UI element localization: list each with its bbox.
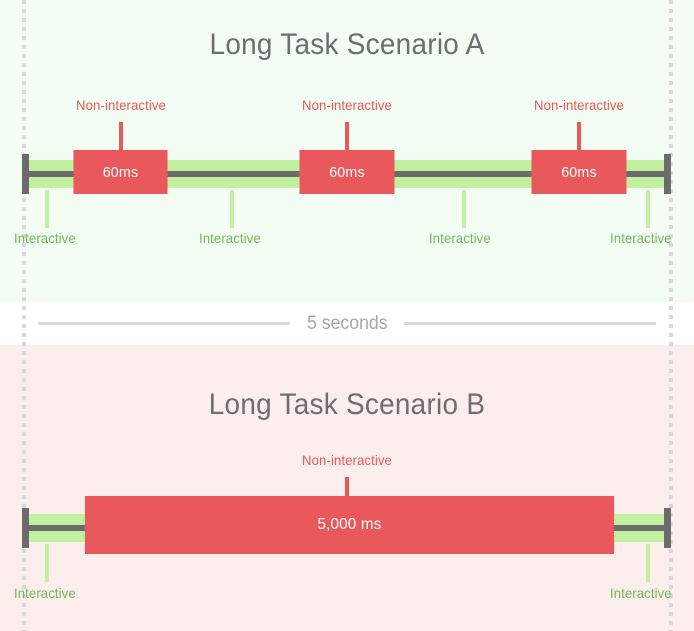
scenario-b-timeline: 5,000 ms xyxy=(0,496,694,554)
task-block: 60ms xyxy=(73,150,168,194)
interactive-stem xyxy=(462,190,466,228)
task-block-label: 60ms xyxy=(561,163,597,181)
timeline-endcap-left xyxy=(22,508,29,548)
interactive-label: Interactive xyxy=(610,585,672,601)
interactive-stem xyxy=(230,190,234,228)
non-interactive-label: Non-interactive xyxy=(534,97,624,113)
interactive-stem xyxy=(45,544,49,582)
scenario-a-title: Long Task Scenario A xyxy=(209,28,485,61)
timeline-endcap-right xyxy=(664,154,671,194)
duration-rule-left xyxy=(37,322,290,325)
duration-label: 5 seconds xyxy=(306,313,388,334)
duration-rule-right xyxy=(404,322,657,325)
scenario-b-title: Long Task Scenario B xyxy=(208,388,486,421)
interactive-label: Interactive xyxy=(14,230,76,246)
task-block-label: 60ms xyxy=(102,163,139,181)
task-block: 5,000 ms xyxy=(84,496,615,554)
task-block-label: 5,000 ms xyxy=(317,516,382,533)
interactive-label: Interactive xyxy=(14,585,76,601)
non-interactive-label: Non-interactive xyxy=(302,452,392,468)
task-block: 60ms xyxy=(531,150,627,194)
timeline-endcap-right xyxy=(664,508,671,548)
callout-stem xyxy=(119,122,123,152)
interactive-stem xyxy=(45,190,49,228)
task-block-label: 60ms xyxy=(329,163,365,181)
scenario-a-timeline: 60ms 60ms 60ms xyxy=(0,150,694,200)
interactive-label: Interactive xyxy=(429,230,491,246)
interactive-stem xyxy=(646,190,650,228)
interactive-stem xyxy=(646,544,650,582)
task-block: 60ms xyxy=(299,150,395,194)
infographic-canvas: Long Task Scenario A 60ms 60ms 60ms Non-… xyxy=(0,0,694,631)
non-interactive-label: Non-interactive xyxy=(76,97,166,113)
callout-stem xyxy=(577,122,581,152)
non-interactive-label: Non-interactive xyxy=(302,97,392,113)
callout-stem xyxy=(345,477,349,507)
duration-divider: 5 seconds xyxy=(0,302,694,345)
interactive-label: Interactive xyxy=(610,230,672,246)
interactive-label: Interactive xyxy=(199,230,261,246)
timeline-endcap-left xyxy=(22,154,29,194)
callout-stem xyxy=(345,122,349,152)
